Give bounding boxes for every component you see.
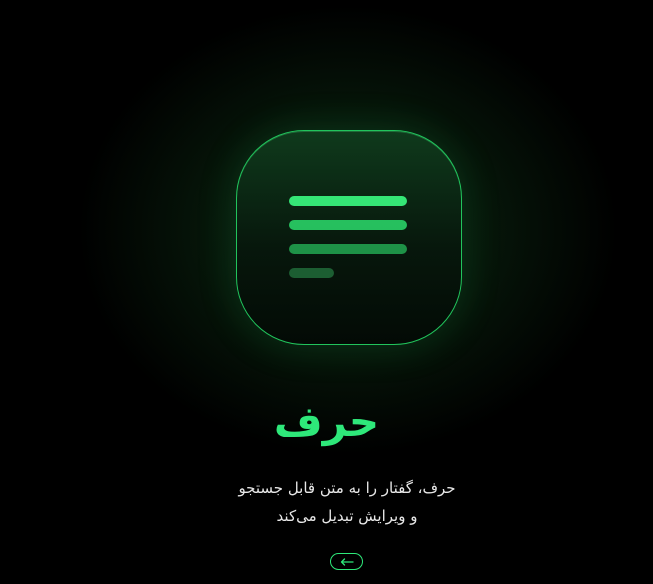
text-line-icon <box>289 196 407 206</box>
app-description: حرف، گفتار را به متن قابل جستجو و ویرایش… <box>0 474 653 530</box>
text-line-icon <box>289 220 407 230</box>
description-line: و ویرایش تبدیل می‌کند <box>276 507 418 525</box>
onboarding-screen: حرف حرف، گفتار را به متن قابل جستجو و وی… <box>0 0 653 584</box>
text-line-icon <box>289 268 334 278</box>
description-line: حرف، گفتار را به متن قابل جستجو <box>238 479 456 497</box>
app-logo <box>236 130 462 345</box>
next-button[interactable] <box>330 553 363 570</box>
app-title: حرف <box>273 397 380 446</box>
text-line-icon <box>289 244 407 254</box>
arrow-left-icon <box>340 557 354 566</box>
